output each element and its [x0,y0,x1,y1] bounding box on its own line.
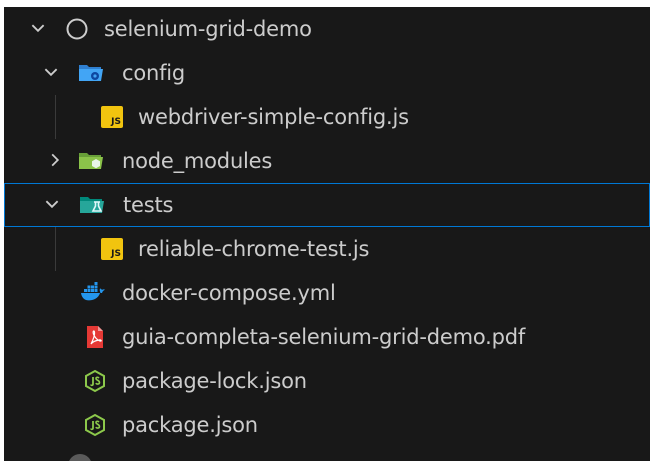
circle-outline-icon [66,18,88,40]
nodejs-icon [85,369,105,393]
chevron-down-icon[interactable] [42,63,60,81]
tree-item-tests-folder[interactable]: tests [4,183,650,227]
nodejs-icon [85,413,105,437]
tree-item-label: docker-compose.yml [122,281,336,305]
pdf-icon [87,326,103,348]
js-file-icon: JS [101,238,123,260]
tree-item-label: reliable-chrome-test.js [138,237,370,261]
tree-item-file[interactable]: package-lock.json [4,359,650,403]
tree-item-label: tests [123,193,174,217]
tree-item-file[interactable]: JS reliable-chrome-test.js [4,227,650,271]
tree-item-label: guia-completa-selenium-grid-demo.pdf [122,325,526,349]
chevron-down-icon[interactable] [29,19,47,37]
folder-config-icon [79,65,103,81]
tree-item-file[interactable]: guia-completa-selenium-grid-demo.pdf [4,315,650,359]
tree-item-file[interactable]: package.json [4,403,650,447]
docker-icon [81,282,105,301]
tree-item-file[interactable]: JS webdriver-simple-config.js [4,95,650,139]
folder-tests-icon [80,197,104,213]
js-file-icon: JS [101,106,123,128]
tree-item-label: webdriver-simple-config.js [138,105,409,129]
tree-item-label: selenium-grid-demo [104,17,312,41]
tree-item-label: config [122,61,186,85]
partial-item-icon [68,454,92,461]
tree-item-label: package.json [122,413,258,437]
tree-item-root[interactable]: selenium-grid-demo [4,7,650,51]
chevron-right-icon[interactable] [46,151,64,169]
folder-node-icon [79,153,103,169]
tree-item-node-modules-folder[interactable]: node_modules [4,139,650,183]
tree-item-label: node_modules [122,149,273,173]
chevron-down-icon[interactable] [43,195,61,213]
file-explorer: selenium-grid-demo config JS webdriver-s… [4,7,650,461]
tree-item-config-folder[interactable]: config [4,51,650,95]
tree-item-file[interactable]: docker-compose.yml [4,271,650,315]
tree-item-label: package-lock.json [122,369,307,393]
